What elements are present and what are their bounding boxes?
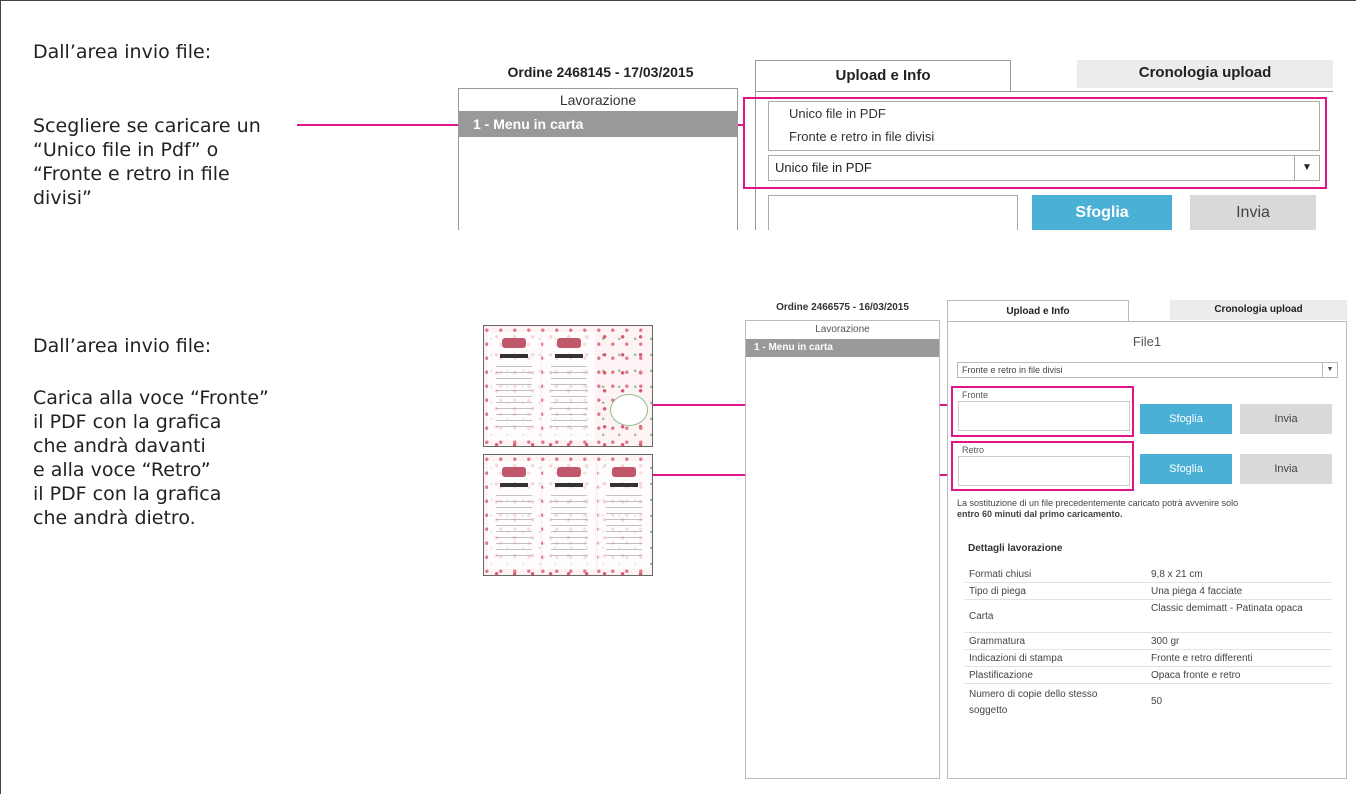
tab-cronologia-upload[interactable]: Cronologia upload [1077, 60, 1333, 88]
details-row: Tipo di piega Una piega 4 facciate [965, 583, 1332, 600]
tab-cronologia-upload[interactable]: Cronologia upload [1170, 300, 1347, 320]
details-row: Indicazioni di stampa Fronte e retro dif… [965, 650, 1332, 667]
thumb-page [543, 461, 595, 569]
cover-badge [610, 394, 648, 426]
section2-file-type-select[interactable]: Fronte e retro in file divisi ▼ [957, 362, 1338, 378]
list-header: Lavorazione [559, 92, 637, 108]
list-header: Lavorazione [815, 324, 870, 335]
list-item-menu-in-carta[interactable]: 1 - Menu in carta [459, 111, 737, 137]
front-browse-button[interactable]: Sfoglia [1140, 404, 1232, 434]
notice-text: La sostituzione di un file precedentemen… [957, 498, 1239, 508]
section1-file-input[interactable] [768, 195, 1018, 230]
back-preview-thumbnail [483, 454, 653, 576]
tab-upload-info[interactable]: Upload e Info [755, 60, 1011, 92]
section1-instruction: Scegliere se caricare un “Unico file in … [33, 115, 261, 209]
front-highlight [951, 386, 1134, 437]
details-row: Numero di copie dello stesso soggetto 50 [969, 689, 1163, 716]
front-preview-thumbnail [483, 325, 653, 447]
back-send-button[interactable]: Invia [1240, 454, 1332, 484]
section1-send-button[interactable]: Invia [1190, 195, 1316, 230]
section2-intro: Dall’area invio file: [33, 335, 212, 357]
dropdown-arrow-icon[interactable]: ▼ [1322, 363, 1337, 377]
section1-highlight [743, 97, 1327, 189]
replacement-notice: La sostituzione di un file precedentemen… [957, 498, 1342, 520]
section1-order-title: Ordine 2468145 - 17/03/2015 [507, 64, 694, 80]
notice-bold: entro 60 minuti dal primo caricamento. [957, 509, 1123, 519]
details-row: Grammatura 300 gr [965, 633, 1332, 650]
details-title: Dettagli lavorazione [968, 543, 1063, 554]
details-table: Formati chiusi 9,8 x 21 cm Tipo di piega… [965, 566, 1332, 738]
section1-intro: Dall’area invio file: [33, 41, 212, 63]
back-highlight [951, 441, 1134, 491]
thumb-page [488, 332, 540, 440]
details-row: Plastificazione Opaca fronte e retro [965, 667, 1332, 684]
section2-order-title: Ordine 2466575 - 16/03/2015 [776, 302, 909, 313]
back-browse-button[interactable]: Sfoglia [1140, 454, 1232, 484]
file-title: File1 [1132, 334, 1162, 349]
thumb-page [543, 332, 595, 440]
select-value: Fronte e retro in file divisi [962, 365, 1063, 375]
thumb-page [488, 461, 540, 569]
section2-instruction: Carica alla voce “Fronte” il PDF con la … [33, 387, 269, 529]
thumb-page [598, 461, 650, 569]
section2-job-list: Lavorazione 1 - Menu in carta [745, 320, 940, 779]
details-row: Carta Classic demimatt - Patinata opaca [965, 600, 1332, 633]
tab-upload-info[interactable]: Upload e Info [947, 300, 1129, 322]
list-item-menu-in-carta[interactable]: 1 - Menu in carta [746, 339, 939, 357]
section1-job-list: Lavorazione 1 - Menu in carta [458, 88, 738, 230]
details-row: Formati chiusi 9,8 x 21 cm [965, 566, 1332, 583]
section1-browse-button[interactable]: Sfoglia [1032, 195, 1172, 230]
front-send-button[interactable]: Invia [1240, 404, 1332, 434]
